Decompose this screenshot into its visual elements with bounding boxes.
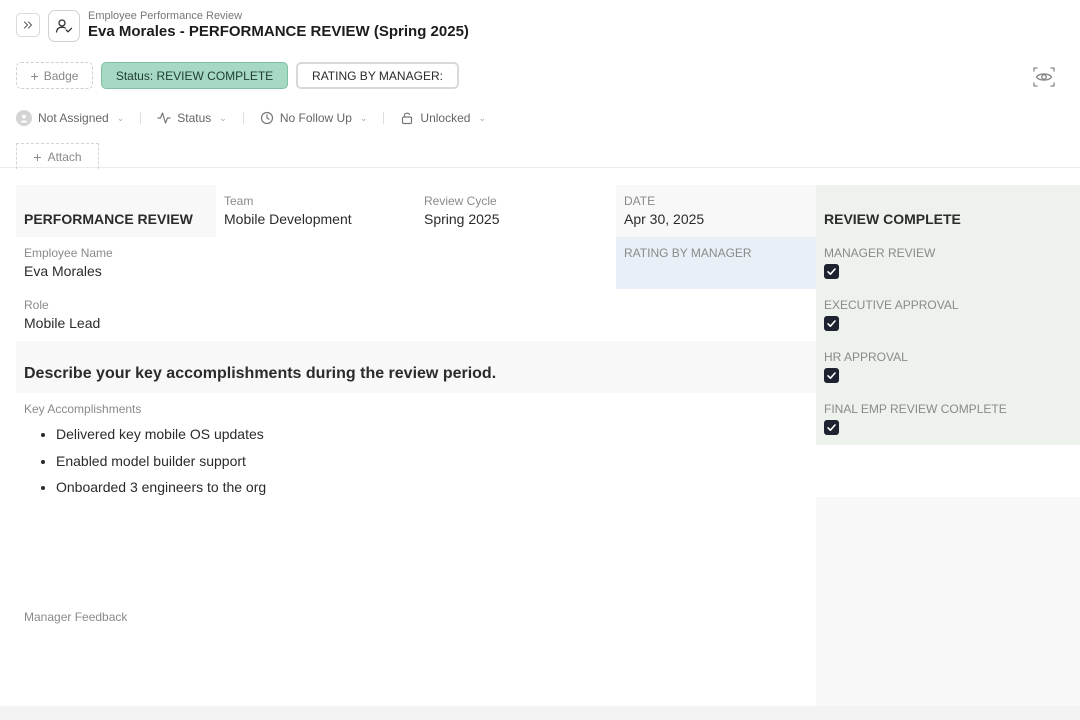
employee-name-value: Eva Morales <box>24 263 102 279</box>
chevron-down-icon: ⌄ <box>116 112 125 123</box>
status-dropdown[interactable]: Status ⌄ <box>157 111 227 125</box>
manager-review-label: MANAGER REVIEW <box>824 246 936 260</box>
final-emp-review-label: FINAL EMP REVIEW COMPLETE <box>824 402 1007 416</box>
check-icon <box>827 424 836 431</box>
team-value: Mobile Development <box>224 211 352 227</box>
accomplishments-list: Delivered key mobile OS updates Enabled … <box>24 421 808 501</box>
role-label: Role <box>24 298 49 312</box>
approvals-panel: REVIEW COMPLETE MANAGER REVIEW EXECUTIVE… <box>816 185 1080 445</box>
record-type-icon-button[interactable] <box>48 10 80 42</box>
approvals-title: REVIEW COMPLETE <box>824 211 961 227</box>
plus-icon: + <box>33 148 42 165</box>
expand-sidebar-button[interactable] <box>16 13 40 37</box>
lock-dropdown[interactable]: Unlocked ⌄ <box>400 111 486 125</box>
attach-label: Attach <box>47 149 82 164</box>
date-value: Apr 30, 2025 <box>624 211 705 227</box>
divider <box>140 112 142 124</box>
section-title: PERFORMANCE REVIEW <box>24 211 193 227</box>
activity-icon <box>157 112 171 124</box>
chevron-down-icon: ⌄ <box>478 112 486 123</box>
assignee-label: Not Assigned <box>38 111 109 125</box>
follow-up-label: No Follow Up <box>279 111 352 125</box>
executive-approval-label: EXECUTIVE APPROVAL <box>824 298 959 312</box>
breadcrumb[interactable]: Employee Performance Review <box>88 10 242 22</box>
section-title-cell: PERFORMANCE REVIEW <box>16 185 216 237</box>
add-badge-button[interactable]: + Badge <box>16 62 93 89</box>
preview-button[interactable] <box>1031 64 1057 90</box>
key-accomplishments-label: Key Accomplishments <box>24 402 142 416</box>
lock-icon <box>402 112 413 125</box>
hr-approval-checkbox[interactable] <box>824 368 839 383</box>
hr-approval-label: HR APPROVAL <box>824 350 908 364</box>
review-cycle-field[interactable]: Review Cycle Spring 2025 <box>416 185 616 237</box>
side-empty-panel <box>816 497 1080 706</box>
add-badge-label: Badge <box>43 68 79 83</box>
final-emp-review-field: FINAL EMP REVIEW COMPLETE <box>816 393 1080 445</box>
key-accomplishments-field[interactable]: Key Accomplishments Delivered key mobile… <box>16 393 816 593</box>
manager-review-checkbox[interactable] <box>824 264 839 279</box>
approvals-title-cell: REVIEW COMPLETE <box>816 185 1080 237</box>
rating-by-manager-label: RATING BY MANAGER <box>624 246 752 260</box>
review-cycle-value: Spring 2025 <box>424 211 500 227</box>
rating-badge[interactable]: RATING BY MANAGER: <box>296 62 459 89</box>
bottom-scroll-strip <box>0 706 1080 720</box>
list-item: Delivered key mobile OS updates <box>56 421 808 448</box>
hr-approval-field: HR APPROVAL <box>816 341 1080 393</box>
manager-review-field: MANAGER REVIEW <box>816 237 1080 289</box>
manager-feedback-field[interactable]: Manager Feedback <box>16 601 816 706</box>
assignee-dropdown[interactable]: Not Assigned ⌄ <box>16 110 124 126</box>
role-field[interactable]: Role Mobile Lead <box>16 289 416 341</box>
attach-button[interactable]: + Attach <box>16 143 99 169</box>
team-label: Team <box>224 194 254 208</box>
manager-feedback-label: Manager Feedback <box>24 610 128 624</box>
executive-approval-field: EXECUTIVE APPROVAL <box>816 289 1080 341</box>
page-title: Eva Morales - PERFORMANCE REVIEW (Spring… <box>88 23 469 40</box>
date-label: DATE <box>624 194 656 208</box>
check-icon <box>827 268 836 275</box>
employee-name-label: Employee Name <box>24 246 113 260</box>
list-item: Enabled model builder support <box>56 448 808 475</box>
status-badge[interactable]: Status: REVIEW COMPLETE <box>101 62 288 89</box>
chevron-down-icon: ⌄ <box>219 112 227 123</box>
list-item: Onboarded 3 engineers to the org <box>56 474 808 501</box>
divider <box>242 112 244 124</box>
team-field[interactable]: Team Mobile Development <box>216 185 416 237</box>
divider <box>383 112 385 124</box>
chevron-down-icon: ⌄ <box>359 112 368 123</box>
rating-by-manager-field[interactable]: RATING BY MANAGER <box>616 237 816 289</box>
accomplishments-prompt-cell: Describe your key accomplishments during… <box>16 341 816 393</box>
user-icon <box>16 110 32 126</box>
role-value: Mobile Lead <box>24 315 101 331</box>
final-emp-review-checkbox[interactable] <box>824 420 839 435</box>
record-header: Employee Performance Review Eva Morales … <box>0 0 1080 169</box>
badge-row: + Badge Status: REVIEW COMPLETE RATING B… <box>16 62 459 89</box>
check-icon <box>827 320 836 327</box>
clock-icon <box>260 111 273 125</box>
eye-icon <box>1033 67 1055 87</box>
user-check-icon <box>55 19 73 33</box>
lock-label: Unlocked <box>420 111 471 125</box>
plus-icon: + <box>30 67 39 84</box>
property-row: Not Assigned ⌄ Status ⌄ No Follow Up ⌄ U… <box>16 108 486 128</box>
executive-approval-checkbox[interactable] <box>824 316 839 331</box>
status-label: Status <box>177 111 212 125</box>
follow-up-dropdown[interactable]: No Follow Up ⌄ <box>260 111 368 125</box>
employee-name-field[interactable]: Employee Name Eva Morales <box>16 237 416 289</box>
accomplishments-prompt: Describe your key accomplishments during… <box>24 365 497 382</box>
review-cycle-label: Review Cycle <box>424 194 497 208</box>
check-icon <box>827 372 836 379</box>
chevrons-right-icon <box>23 21 33 29</box>
date-field[interactable]: DATE Apr 30, 2025 <box>616 185 816 237</box>
